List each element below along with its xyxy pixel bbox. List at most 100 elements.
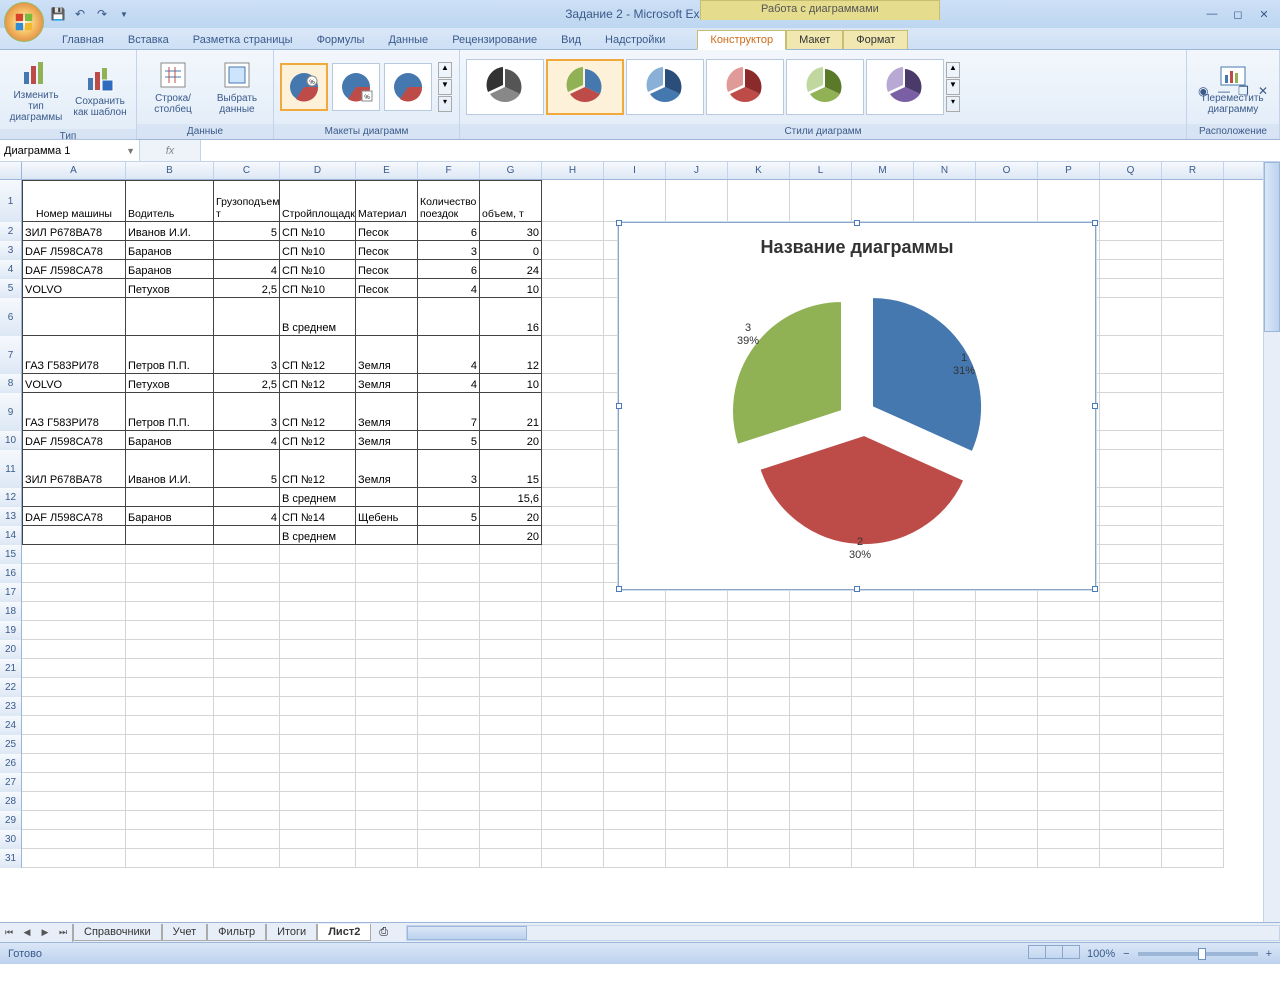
col-header-J[interactable]: J	[666, 162, 728, 179]
cell[interactable]	[480, 545, 542, 564]
tab-home[interactable]: Главная	[50, 31, 116, 49]
cell[interactable]	[22, 754, 126, 773]
cell[interactable]	[790, 602, 852, 621]
cell[interactable]	[280, 564, 356, 583]
cell[interactable]	[280, 659, 356, 678]
cell[interactable]	[356, 773, 418, 792]
row-header[interactable]: 18	[0, 602, 22, 621]
cell[interactable]	[1100, 621, 1162, 640]
cell[interactable]	[914, 697, 976, 716]
cell[interactable]	[418, 564, 480, 583]
chart-title[interactable]: Название диаграммы	[619, 223, 1095, 262]
cell[interactable]	[542, 241, 604, 260]
cell[interactable]	[604, 180, 666, 222]
cell[interactable]: DAF Л598СА78	[22, 241, 126, 260]
cell[interactable]: Водитель	[126, 180, 214, 222]
cell[interactable]	[356, 526, 418, 545]
cell[interactable]	[542, 336, 604, 374]
cell[interactable]	[280, 697, 356, 716]
cell[interactable]	[914, 621, 976, 640]
cell[interactable]	[356, 640, 418, 659]
style-2[interactable]	[546, 59, 624, 115]
cell[interactable]: VOLVO	[22, 279, 126, 298]
cell[interactable]	[1038, 792, 1100, 811]
cell[interactable]: VOLVO	[22, 374, 126, 393]
cell[interactable]	[356, 583, 418, 602]
cell[interactable]	[418, 298, 480, 336]
cell[interactable]	[1100, 336, 1162, 374]
col-header-A[interactable]: A	[22, 162, 126, 179]
cell[interactable]	[1100, 640, 1162, 659]
cell[interactable]: 30	[480, 222, 542, 241]
cell[interactable]	[728, 830, 790, 849]
cell[interactable]	[790, 735, 852, 754]
close-icon[interactable]: ✕	[1254, 7, 1274, 21]
cell[interactable]	[1100, 754, 1162, 773]
cell[interactable]	[1162, 222, 1224, 241]
cell[interactable]	[666, 697, 728, 716]
cell[interactable]	[214, 640, 280, 659]
cell[interactable]	[1162, 830, 1224, 849]
cell[interactable]: 24	[480, 260, 542, 279]
cell[interactable]	[1038, 735, 1100, 754]
cell[interactable]	[480, 735, 542, 754]
tab-review[interactable]: Рецензирование	[440, 31, 549, 49]
cell[interactable]	[1100, 602, 1162, 621]
close-child-icon[interactable]: ✕	[1258, 84, 1274, 100]
cell[interactable]	[790, 773, 852, 792]
cell[interactable]: Баранов	[126, 260, 214, 279]
cell[interactable]	[126, 678, 214, 697]
cell[interactable]	[22, 678, 126, 697]
qat-dropdown-icon[interactable]: ▼	[116, 6, 132, 22]
cell[interactable]	[852, 180, 914, 222]
cell[interactable]	[22, 640, 126, 659]
cell[interactable]	[976, 621, 1038, 640]
styles-up-icon[interactable]: ▲	[946, 62, 960, 78]
cell[interactable]	[1038, 678, 1100, 697]
cell[interactable]	[214, 849, 280, 868]
cell[interactable]	[356, 830, 418, 849]
cell[interactable]	[418, 792, 480, 811]
cell[interactable]	[1038, 640, 1100, 659]
cell[interactable]	[214, 298, 280, 336]
cell[interactable]	[480, 640, 542, 659]
cell[interactable]	[418, 545, 480, 564]
cell[interactable]	[418, 583, 480, 602]
col-header-R[interactable]: R	[1162, 162, 1224, 179]
cell[interactable]	[914, 602, 976, 621]
cell[interactable]: 21	[480, 393, 542, 431]
cell[interactable]	[728, 811, 790, 830]
cell[interactable]	[542, 180, 604, 222]
layout-1[interactable]: %	[280, 63, 328, 111]
last-sheet-icon[interactable]: ⏭	[54, 924, 72, 942]
cell[interactable]: В среднем	[280, 488, 356, 507]
help-icon[interactable]: ◉	[1198, 84, 1214, 100]
cell[interactable]	[604, 773, 666, 792]
cell[interactable]	[728, 640, 790, 659]
cell[interactable]	[542, 507, 604, 526]
cell[interactable]	[1100, 830, 1162, 849]
cell[interactable]	[666, 754, 728, 773]
name-box[interactable]: Диаграмма 1 ▼	[0, 140, 140, 161]
cell[interactable]	[1038, 754, 1100, 773]
row-header[interactable]: 30	[0, 830, 22, 849]
cell[interactable]: Земля	[356, 431, 418, 450]
save-template-button[interactable]: Сохранить как шаблон	[70, 60, 130, 120]
cell[interactable]	[790, 830, 852, 849]
cell[interactable]	[22, 811, 126, 830]
tab-page-layout[interactable]: Разметка страницы	[181, 31, 305, 49]
cell[interactable]	[480, 716, 542, 735]
cell[interactable]	[1162, 792, 1224, 811]
cell[interactable]	[604, 697, 666, 716]
cell[interactable]	[280, 583, 356, 602]
vertical-scrollbar[interactable]	[1263, 162, 1280, 922]
cell[interactable]	[1100, 279, 1162, 298]
cell[interactable]	[976, 792, 1038, 811]
cell[interactable]	[480, 849, 542, 868]
cell[interactable]	[1038, 811, 1100, 830]
cell[interactable]	[126, 792, 214, 811]
cell[interactable]	[914, 716, 976, 735]
cell[interactable]	[1162, 336, 1224, 374]
cell[interactable]	[852, 621, 914, 640]
cell[interactable]	[480, 564, 542, 583]
